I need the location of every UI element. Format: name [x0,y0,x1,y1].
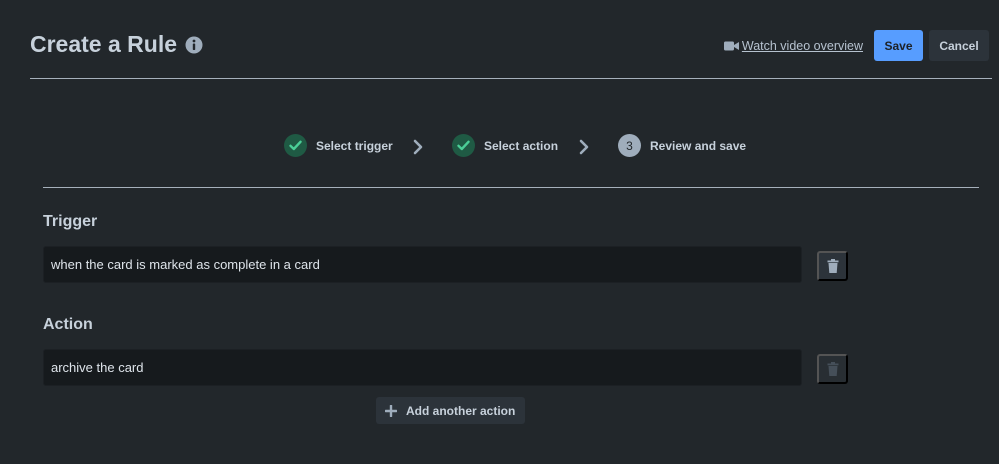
plus-icon [385,404,397,417]
delete-action-button[interactable] [817,354,848,384]
page-title: Create a Rule [30,31,178,57]
step-number: 3 [618,134,641,157]
page-header: Create a Rule Watch video overview Save … [30,28,989,64]
chevron-right-icon [578,139,590,155]
watch-video-label: Watch video overview [741,38,863,53]
save-button[interactable]: Save [874,30,923,61]
section-divider [43,187,979,188]
video-camera-icon [723,40,739,52]
watch-video-link[interactable]: Watch video overview [723,38,863,53]
header-actions: Watch video overview Save Cancel [723,30,989,61]
step-label: Select trigger [316,138,393,153]
add-another-action-button[interactable]: Add another action [376,397,525,424]
stepper: Select trigger Select action 3 Review an… [0,134,999,160]
trigger-field[interactable]: when the card is marked as complete in a… [43,246,802,283]
action-field[interactable]: archive the card [43,349,802,386]
info-icon[interactable] [185,36,203,54]
step-label: Review and save [650,138,747,153]
step-review-and-save: 3 Review and save [618,134,746,157]
step-select-trigger: Select trigger [284,134,393,157]
check-icon [452,134,475,157]
title-wrap: Create a Rule [30,31,203,58]
step-label: Select action [484,138,559,153]
trigger-title: Trigger [43,213,98,230]
check-icon [284,134,307,157]
trash-icon [827,362,839,376]
chevron-right-icon [412,139,424,155]
delete-trigger-button[interactable] [817,251,848,281]
create-rule-page: Create a Rule Watch video overview Save … [0,0,999,464]
header-divider [30,78,992,79]
trash-icon [827,259,839,273]
cancel-button[interactable]: Cancel [929,30,989,61]
add-another-action-label: Add another action [406,403,516,418]
step-select-action: Select action [452,134,558,157]
action-title: Action [43,316,93,333]
